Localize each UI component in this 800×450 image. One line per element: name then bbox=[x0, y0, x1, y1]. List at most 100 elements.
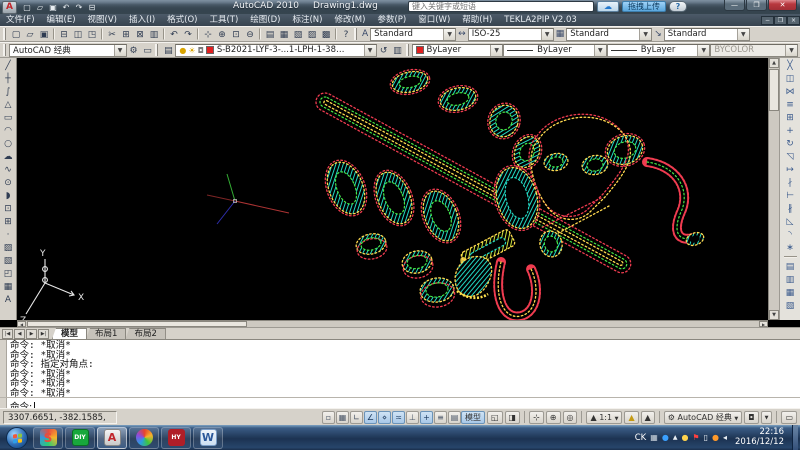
taskbar-app-hy[interactable]: HY bbox=[161, 427, 191, 449]
modify-tool-icon[interactable]: ⊢ bbox=[783, 189, 798, 202]
tab-nav-icon[interactable]: |◀ bbox=[2, 329, 13, 339]
toolbar-icon[interactable]: ▦ bbox=[277, 28, 291, 41]
draw-tool-icon[interactable]: ╱ bbox=[1, 59, 16, 72]
start-button[interactable] bbox=[6, 427, 28, 449]
taskbar-app-pinwheel[interactable] bbox=[129, 427, 159, 449]
layer-properties-manager-icon[interactable]: ▤ bbox=[161, 44, 175, 57]
modify-tool-icon[interactable]: ▦ bbox=[783, 286, 798, 299]
menu-item[interactable]: 文件(F) bbox=[0, 14, 41, 26]
toolbar-grip[interactable] bbox=[406, 44, 409, 56]
menu-item[interactable]: 插入(I) bbox=[123, 14, 161, 26]
qat-button-icon[interactable]: ▱ bbox=[34, 2, 46, 13]
menu-item[interactable]: 视图(V) bbox=[82, 14, 123, 26]
draw-tool-icon[interactable]: ☁ bbox=[1, 150, 16, 163]
draw-tool-icon[interactable]: ┼ bbox=[1, 72, 16, 85]
modify-tool-icon[interactable]: ◹ bbox=[783, 150, 798, 163]
toolbar-icon[interactable]: ▢ bbox=[9, 28, 23, 41]
status-toggle-button[interactable]: ≡ bbox=[434, 411, 447, 424]
taskbar-app-autocad[interactable]: A bbox=[97, 427, 127, 449]
model-space-canvas[interactable]: .dR{fill:none;stroke:#f03c50;stroke-widt… bbox=[17, 58, 768, 320]
text-style-combo[interactable]: Standard ▼ bbox=[370, 28, 456, 41]
modify-tool-icon[interactable]: ▧ bbox=[783, 299, 798, 312]
layout-tab[interactable]: 布局1 bbox=[86, 328, 126, 339]
menu-item[interactable]: 窗口(W) bbox=[412, 14, 456, 26]
layout-tab[interactable]: 模型 bbox=[52, 328, 87, 339]
quick-view-drawings-icon[interactable]: ◨ bbox=[505, 411, 521, 424]
draw-tool-icon[interactable]: △ bbox=[1, 98, 16, 111]
menu-item[interactable]: 绘图(D) bbox=[244, 14, 286, 26]
draw-tool-icon[interactable]: ⊡ bbox=[1, 202, 16, 215]
menu-item[interactable]: TEKLA2PIP V2.03 bbox=[498, 14, 583, 26]
command-window[interactable]: 命令: *取消*命令: *取消*命令: 指定对角点:命令: *取消*命令: *取… bbox=[0, 339, 800, 408]
draw-tool-icon[interactable]: ⊞ bbox=[1, 215, 16, 228]
toolbar-icon[interactable]: ▩ bbox=[319, 28, 333, 41]
toolbar-icon[interactable] bbox=[163, 28, 165, 40]
toolbar-icon[interactable]: ◳ bbox=[85, 28, 99, 41]
draw-tool-icon[interactable]: ⊙ bbox=[1, 176, 16, 189]
toolbar-icon[interactable] bbox=[101, 28, 103, 40]
linetype-combo[interactable]: ByLayer ▼ bbox=[503, 44, 607, 57]
orange-status-tray-icon[interactable]: ● bbox=[712, 434, 719, 442]
color-combo[interactable]: ByLayer ▼ bbox=[412, 44, 504, 57]
modify-tool-icon[interactable]: ⋈ bbox=[783, 85, 798, 98]
status-toggle-button[interactable]: ∟ bbox=[350, 411, 363, 424]
scroll-up-icon[interactable]: ▲ bbox=[769, 58, 779, 68]
keyboard-tray-icon[interactable]: ▦ bbox=[650, 434, 658, 442]
menu-item[interactable]: 修改(M) bbox=[328, 14, 371, 26]
toolbar-icon[interactable]: ▨ bbox=[305, 28, 319, 41]
clean-screen-icon[interactable]: ▭ bbox=[781, 411, 797, 424]
toolbar-icon[interactable]: ↷ bbox=[181, 28, 195, 41]
model-space-button[interactable]: 模型 bbox=[461, 411, 485, 424]
doc-minimize-button[interactable]: − bbox=[761, 16, 774, 25]
layer-previous-icon[interactable]: ▥ bbox=[391, 44, 405, 57]
qat-button-icon[interactable]: ↶ bbox=[60, 2, 72, 13]
lineweight-combo[interactable]: ByLayer ▼ bbox=[607, 44, 711, 57]
toolbar-icon[interactable]: ⊹ bbox=[201, 28, 215, 41]
workspace-switch-button[interactable]: ⚙ AutoCAD 经典 ▼ bbox=[664, 411, 742, 424]
toolbar-icon[interactable]: ▣ bbox=[37, 28, 51, 41]
toolbar-icon[interactable]: ? bbox=[339, 28, 353, 41]
taskbar-app-word[interactable]: W bbox=[193, 427, 223, 449]
toolbar-grip[interactable] bbox=[155, 44, 158, 56]
modify-tool-icon[interactable]: ◺ bbox=[783, 215, 798, 228]
draw-tool-icon[interactable]: ∫ bbox=[1, 85, 16, 98]
menu-item[interactable]: 编辑(E) bbox=[41, 14, 82, 26]
close-button[interactable]: ✕ bbox=[768, 0, 797, 11]
draw-tool-icon[interactable]: ◗ bbox=[1, 189, 16, 202]
horizontal-scrollbar[interactable]: ◀ ▶ bbox=[17, 320, 768, 327]
draw-tool-icon[interactable]: ◠ bbox=[1, 124, 16, 137]
minimize-button[interactable]: — bbox=[724, 0, 745, 11]
annotation-autoscale-icon[interactable]: ▲ bbox=[641, 411, 655, 424]
status-menu-icon[interactable]: ▼ bbox=[761, 411, 773, 424]
workspace-settings-icon[interactable]: ⚙ bbox=[127, 44, 141, 57]
show-desktop-button[interactable] bbox=[792, 425, 798, 450]
messenger-tray-icon[interactable]: ● bbox=[662, 434, 669, 442]
search-input[interactable] bbox=[408, 1, 594, 12]
draw-tool-icon[interactable]: ○ bbox=[1, 137, 16, 150]
toolbar-icon[interactable]: ▧ bbox=[291, 28, 305, 41]
draw-tool-icon[interactable]: ▧ bbox=[1, 254, 16, 267]
modify-tool-icon[interactable]: ∗ bbox=[783, 241, 798, 254]
modify-tool-icon[interactable]: ◝ bbox=[783, 228, 798, 241]
toolbar-icon[interactable]: ▥ bbox=[147, 28, 161, 41]
taskbar-app-sogou[interactable]: S bbox=[33, 427, 63, 449]
chevron-down-icon[interactable]: ▼ bbox=[443, 29, 455, 40]
status-toggle-button[interactable]: ⋄ bbox=[378, 411, 391, 424]
steering-wheel-icon[interactable]: ◎ bbox=[563, 411, 578, 424]
toolbar-grip[interactable] bbox=[3, 28, 6, 40]
toolbar-grip[interactable] bbox=[354, 28, 357, 40]
toolbar-grip[interactable] bbox=[3, 44, 6, 56]
menu-item[interactable]: 标注(N) bbox=[286, 14, 328, 26]
tray-expand-icon[interactable]: ▲ bbox=[673, 434, 678, 442]
device-tray-icon[interactable]: ▯ bbox=[704, 434, 708, 442]
annotation-visibility-icon[interactable]: ▲ bbox=[624, 411, 638, 424]
command-window-grip[interactable] bbox=[0, 340, 7, 409]
annotation-scale-button[interactable]: ▲ 1:1 ▼ bbox=[586, 411, 622, 424]
chevron-down-icon[interactable]: ▼ bbox=[697, 45, 709, 56]
chevron-down-icon[interactable]: ▼ bbox=[541, 29, 553, 40]
scroll-down-icon[interactable]: ▼ bbox=[769, 310, 779, 320]
layout-tab[interactable]: 布局2 bbox=[125, 328, 165, 339]
doc-close-button[interactable]: × bbox=[787, 16, 800, 25]
restore-button[interactable]: ❐ bbox=[746, 0, 767, 11]
tab-nav-icon[interactable]: ◀ bbox=[14, 329, 25, 339]
